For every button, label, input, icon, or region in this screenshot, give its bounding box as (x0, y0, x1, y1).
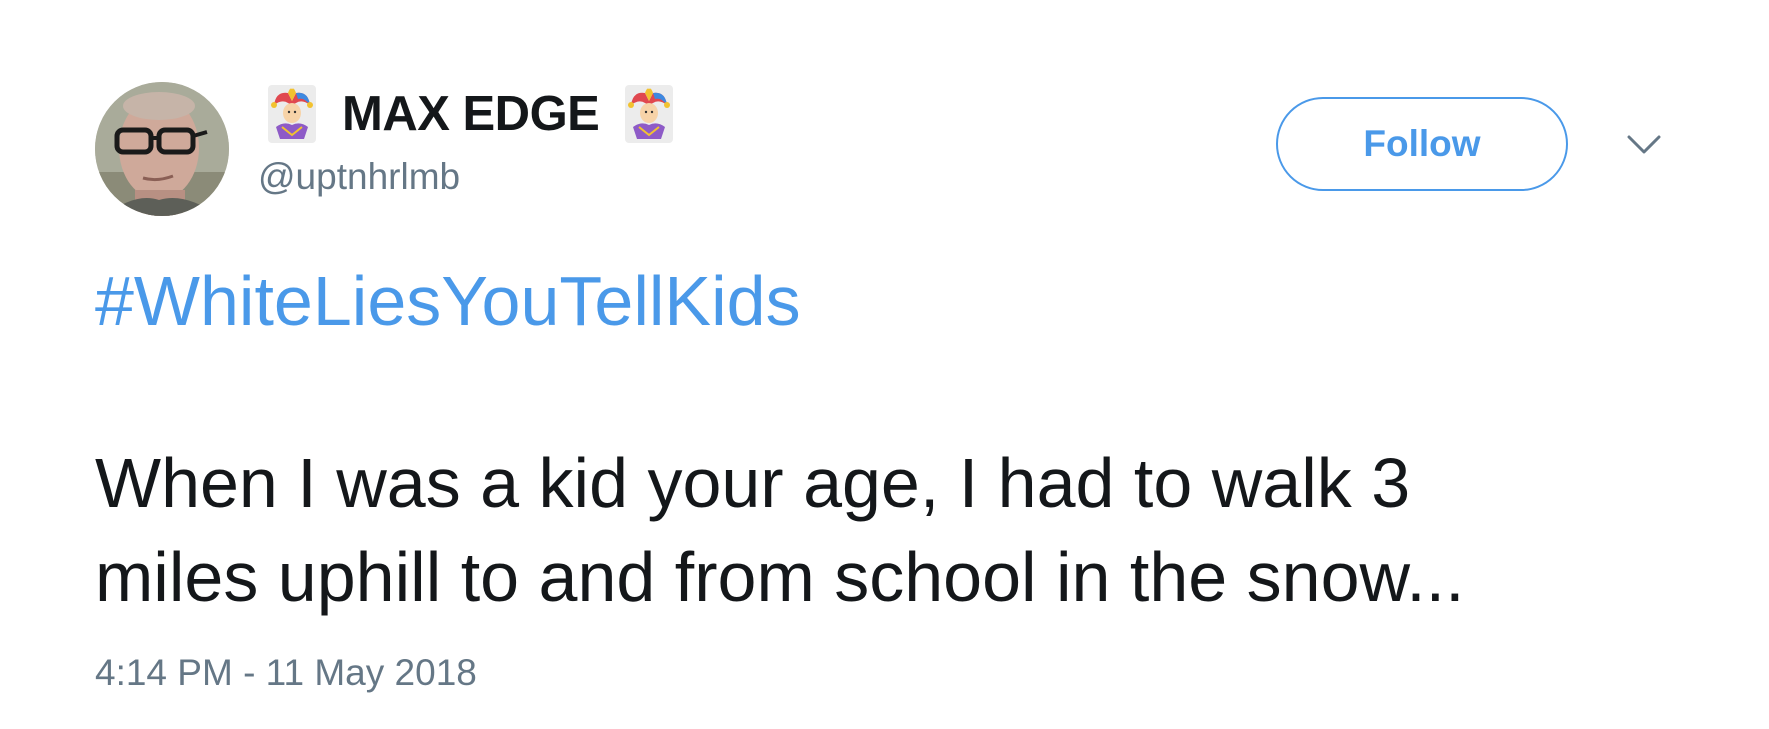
author-name-row[interactable]: MAX EDGE (268, 82, 674, 146)
tweet-text: When I was a kid your age, I had to walk… (95, 444, 1465, 616)
hashtag-link[interactable]: #WhiteLiesYouTellKids (95, 258, 801, 344)
tweet-timestamp[interactable]: 4:14 PM - 11 May 2018 (95, 650, 477, 696)
follow-button[interactable]: Follow (1276, 97, 1568, 191)
display-name[interactable]: MAX EDGE (342, 82, 600, 146)
author-handle[interactable]: @uptnhrlmb (258, 154, 460, 200)
avatar-photo (95, 82, 229, 216)
jester-emoji-icon (268, 83, 316, 145)
jester-emoji-icon (625, 83, 674, 145)
tweet-card: MAX EDGE @uptnhrlmb Follow #WhiteLiesYou… (0, 0, 1769, 729)
chevron-down-icon[interactable] (1626, 134, 1662, 156)
avatar[interactable] (95, 82, 229, 216)
